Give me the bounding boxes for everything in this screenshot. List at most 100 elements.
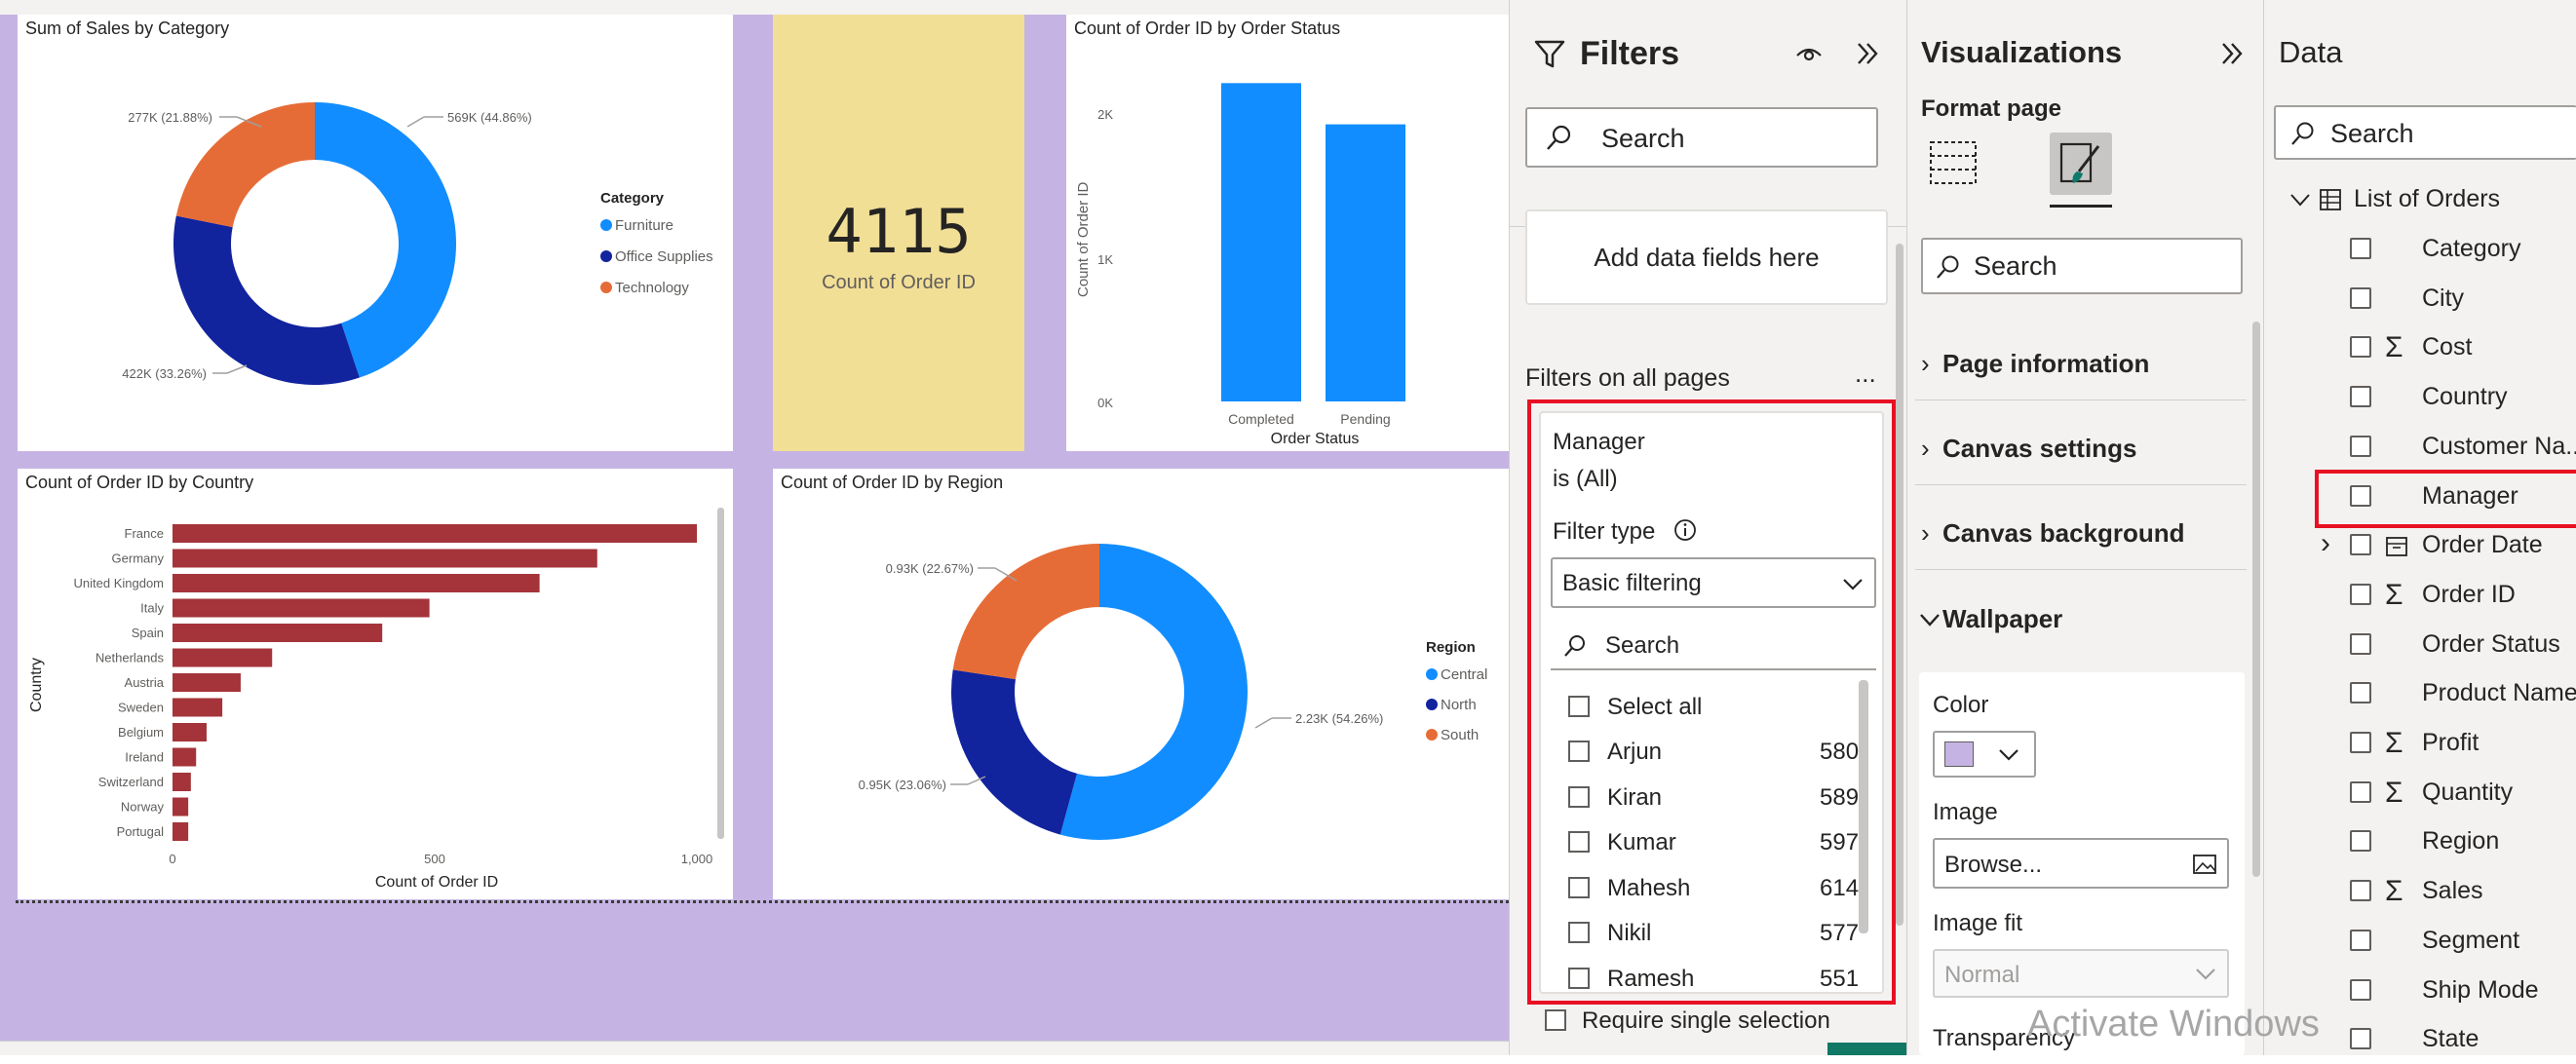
region-donut-chart[interactable]: 0.93K (22.67%) 2.23K (54.26%) 0.95K (23.… — [773, 469, 1509, 899]
field-customer-na-[interactable]: Customer Na... — [2264, 423, 2576, 472]
field-checkbox[interactable] — [2350, 386, 2371, 408]
field-category[interactable]: Category — [2264, 225, 2576, 274]
bar-united-kingdom[interactable] — [173, 574, 540, 592]
tile-orders-by-country[interactable]: Count of Order ID by Country France Germa… — [18, 469, 733, 899]
field-checkbox[interactable] — [2350, 929, 2371, 951]
tile-orders-by-region[interactable]: Count of Order ID by Region 0.93K (22.67… — [773, 469, 1509, 899]
field-country[interactable]: Country — [2264, 373, 2576, 422]
field-checkbox[interactable] — [2350, 238, 2371, 259]
manager-item-checkbox[interactable] — [1568, 785, 1590, 808]
kpi-card-order-count[interactable]: 4115 Count of Order ID — [773, 15, 1024, 451]
donut-slice-office-supplies[interactable] — [173, 215, 360, 385]
field-checkbox[interactable] — [2350, 435, 2371, 457]
select-all-checkbox[interactable] — [1568, 696, 1590, 717]
legend-item-central[interactable]: Central — [1441, 666, 1487, 683]
add-data-fields-drop-well[interactable]: Add data fields here — [1525, 209, 1888, 305]
manager-item-checkbox[interactable] — [1568, 831, 1590, 853]
manager-item-checkbox[interactable] — [1568, 922, 1590, 943]
category-donut-chart[interactable]: 277K (21.88%) 569K (44.86%) 422K (33.26%… — [18, 15, 733, 451]
bar-sweden[interactable] — [173, 698, 223, 717]
tile-order-status[interactable]: Count of Order ID by Order Status 2K 1K … — [1066, 15, 1509, 451]
field-checkbox[interactable] — [2350, 534, 2371, 556]
field-checkbox[interactable] — [2350, 632, 2371, 655]
legend-title: Category — [600, 190, 665, 207]
donut-slice-south[interactable] — [952, 544, 1099, 680]
format-visual-tab[interactable] — [2050, 133, 2112, 195]
bar-spain[interactable] — [173, 624, 383, 642]
bar-switzerland[interactable] — [173, 773, 191, 791]
bar-netherlands[interactable] — [173, 648, 273, 667]
data-pane[interactable]: Data Search List of Orders Category City Σ… — [2263, 0, 2576, 1055]
field-cost[interactable]: Σ Cost — [2264, 323, 2576, 372]
field-checkbox[interactable] — [2350, 830, 2371, 853]
bar-germany[interactable] — [173, 549, 597, 568]
filter-list-scrollbar[interactable] — [1859, 680, 1868, 933]
manager-filter-card[interactable]: Manager is (All) Filter type Basic filte… — [1539, 411, 1884, 994]
filters-pane[interactable]: Filters Search Add data fields here Filt… — [1509, 0, 1907, 1055]
visualizations-pane[interactable]: Visualizations Format page Search › Page … — [1906, 0, 2263, 1055]
bar-france[interactable] — [173, 524, 697, 543]
bar-italy[interactable] — [173, 598, 430, 618]
bar-portugal[interactable] — [173, 822, 189, 841]
eye-icon[interactable] — [1794, 41, 1824, 66]
collapse-pane-icon[interactable] — [2217, 39, 2247, 68]
color-picker[interactable] — [1933, 731, 2036, 778]
field-city[interactable]: City — [2264, 275, 2576, 323]
manager-item-checkbox[interactable] — [1568, 967, 1590, 989]
field-product-name[interactable]: Product Name — [2264, 669, 2576, 718]
manager-item-checkbox[interactable] — [1568, 876, 1590, 898]
bar-norway[interactable] — [173, 797, 189, 817]
field-checkbox[interactable] — [2350, 978, 2371, 1001]
legend-item-technology[interactable]: Technology — [615, 280, 689, 296]
filters-pane-scrollbar[interactable] — [1896, 244, 1903, 926]
require-single-selection-checkbox[interactable] — [1545, 1009, 1566, 1031]
legend-item-office-supplies[interactable]: Office Supplies — [615, 248, 713, 265]
field-checkbox[interactable] — [2350, 1028, 2371, 1050]
field-checkbox[interactable] — [2350, 583, 2371, 605]
field-checkbox[interactable] — [2350, 286, 2371, 309]
bar-pending[interactable] — [1326, 124, 1405, 401]
country-bar-chart[interactable]: France Germany United Kingdom Italy Spain Net… — [18, 469, 733, 899]
field-checkbox[interactable] — [2350, 682, 2371, 704]
field-order-date[interactable]: › Order Date — [2264, 521, 2576, 570]
filter-type-dropdown[interactable]: Basic filtering — [1551, 557, 1876, 608]
field-sales[interactable]: Σ Sales — [2264, 867, 2576, 916]
expand-chevron-icon[interactable]: › — [2321, 527, 2330, 560]
collapse-pane-icon[interactable] — [1853, 39, 1882, 68]
viz-pane-scrollbar[interactable] — [2252, 322, 2260, 877]
filter-values-search[interactable]: Search — [1551, 620, 1876, 670]
report-canvas[interactable]: Sum of Sales by Category 277K (21.88%) 5… — [0, 0, 1509, 1055]
info-icon[interactable] — [1673, 518, 1697, 542]
field-profit[interactable]: Σ Profit — [2264, 719, 2576, 768]
page-tabs-bar[interactable] — [0, 1041, 1509, 1055]
build-visual-icon[interactable] — [1927, 136, 1980, 189]
field-region[interactable]: Region — [2264, 817, 2576, 866]
data-search-input[interactable]: Search — [2274, 105, 2576, 160]
tile-sales-by-category[interactable]: Sum of Sales by Category 277K (21.88%) 5… — [18, 15, 733, 451]
bar-belgium[interactable] — [173, 723, 207, 741]
bar-austria[interactable] — [173, 673, 241, 692]
filters-search-input[interactable]: Search — [1525, 107, 1878, 168]
legend-item-south[interactable]: South — [1441, 727, 1479, 743]
field-checkbox[interactable] — [2350, 336, 2371, 359]
image-fit-dropdown[interactable]: Normal — [1933, 949, 2229, 998]
field-segment[interactable]: Segment — [2264, 917, 2576, 966]
viz-search-input[interactable]: Search — [1921, 238, 2243, 294]
more-options-icon[interactable]: ... — [1855, 359, 1876, 389]
legend-item-furniture[interactable]: Furniture — [615, 217, 673, 234]
manager-item-checkbox[interactable] — [1568, 741, 1590, 762]
field-checkbox[interactable] — [2350, 732, 2371, 753]
field-checkbox[interactable] — [2350, 780, 2371, 803]
bar-completed[interactable] — [1221, 83, 1301, 402]
field-order-status[interactable]: Order Status — [2264, 621, 2576, 669]
legend-item-north[interactable]: North — [1441, 697, 1477, 713]
field-checkbox[interactable] — [2350, 880, 2371, 902]
order-status-bar-chart[interactable]: 2K 1K 0K Count of Order ID Completed Pen… — [1066, 15, 1509, 451]
bar-ireland[interactable] — [173, 747, 197, 767]
donut-slice-north[interactable] — [951, 669, 1078, 835]
table-node-list-of-orders[interactable]: List of Orders — [2264, 175, 2576, 224]
chart-scrollbar[interactable] — [717, 508, 724, 839]
field-quantity[interactable]: Σ Quantity — [2264, 769, 2576, 817]
image-browse-input[interactable]: Browse... — [1933, 838, 2229, 889]
field-order-id[interactable]: Σ Order ID — [2264, 571, 2576, 620]
